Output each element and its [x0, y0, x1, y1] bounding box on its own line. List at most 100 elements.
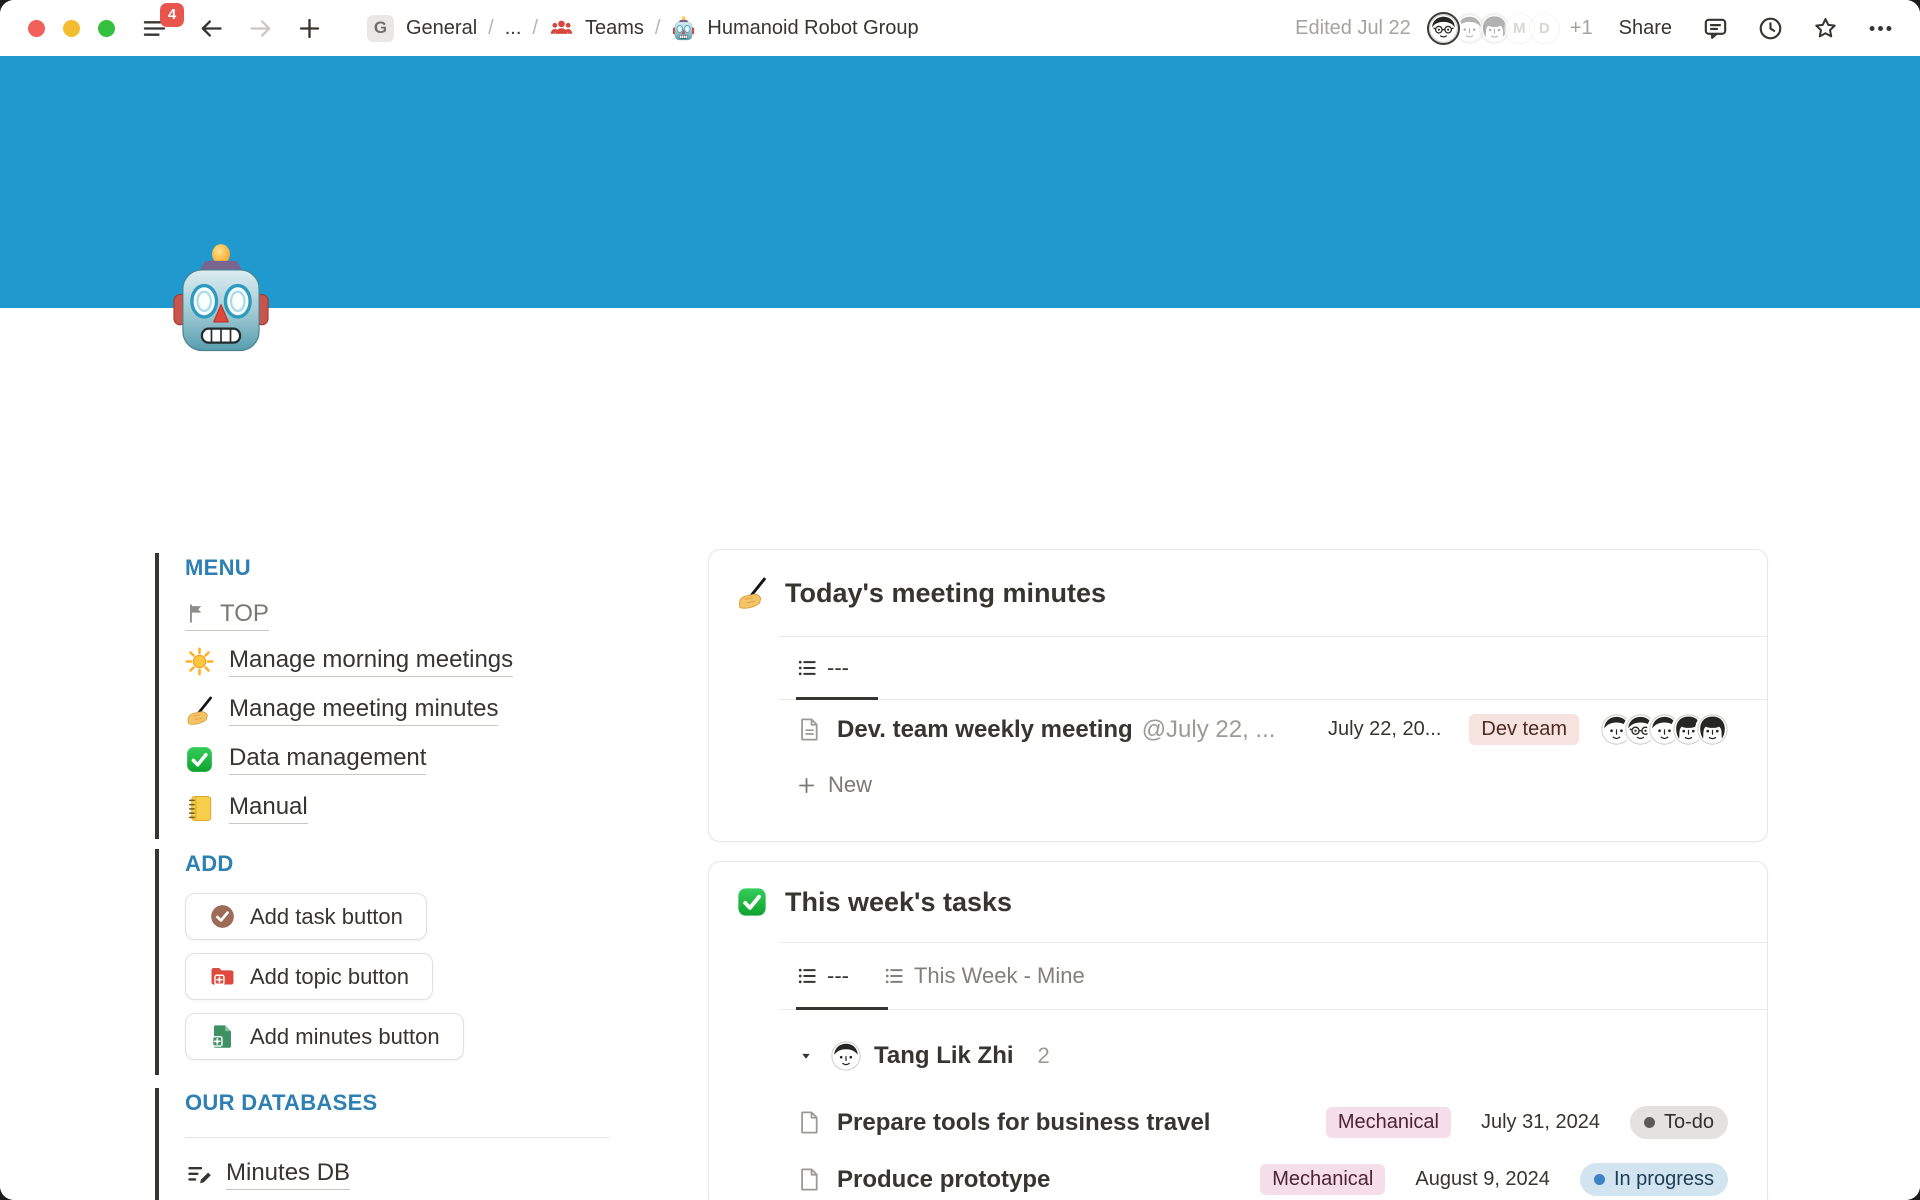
top-link[interactable]: TOP: [185, 600, 269, 631]
breadcrumb-ellipsis[interactable]: ...: [505, 17, 522, 40]
new-page-button[interactable]: [296, 15, 323, 42]
task-title[interactable]: Prepare tools for business travel: [837, 1109, 1210, 1137]
minutes-card-title[interactable]: Today's meeting minutes: [785, 578, 1106, 609]
back-arrow-icon: [198, 15, 225, 42]
forward-button[interactable]: [247, 15, 274, 42]
new-button-label: New: [828, 772, 872, 798]
list-view-icon: [883, 965, 905, 987]
notion-window: 4 G General / ... / Teams / Humanoid Rob…: [0, 0, 1920, 1200]
menu-item: Manage meeting minutes: [185, 686, 513, 735]
task-category-tag[interactable]: Mechanical: [1260, 1164, 1385, 1195]
add-heading: ADD: [185, 849, 464, 879]
weekly-tasks-card: This week's tasks --- This Week - Mine: [708, 861, 1768, 1200]
task-group-row: Tang Lik Zhi 2: [709, 1010, 1767, 1094]
favorite-button[interactable]: [1812, 15, 1839, 42]
task-title[interactable]: Produce prototype: [837, 1166, 1050, 1194]
team-tag[interactable]: Dev team: [1469, 714, 1579, 745]
breadcrumb: General / ... / Teams / Humanoid Robot G…: [406, 16, 919, 41]
view-tab-this-week-mine[interactable]: This Week - Mine: [883, 963, 1085, 989]
zoom-window-button[interactable]: [98, 20, 115, 37]
check-mark-icon: [185, 745, 214, 774]
meeting-title[interactable]: Dev. team weekly meeting: [837, 716, 1133, 744]
page-cover: [0, 56, 1920, 308]
menu-item: Manual: [185, 784, 513, 833]
comments-button[interactable]: [1702, 15, 1729, 42]
topic-folder-icon: [209, 963, 236, 990]
meeting-row[interactable]: Dev. team weekly meeting @July 22, ... J…: [709, 700, 1767, 759]
task-properties: Mechanical July 31, 2024 To-do: [1296, 1106, 1728, 1139]
clock-icon: [1757, 15, 1784, 42]
avatar-initial-d: D: [1529, 13, 1560, 44]
add-task-button[interactable]: Add task button: [185, 893, 427, 940]
tab-divider: [779, 1009, 1767, 1010]
workspace-badge[interactable]: G: [367, 15, 394, 42]
sidebar-toggle-button[interactable]: 4: [141, 15, 168, 42]
comment-icon: [1702, 15, 1729, 42]
add-minutes-button[interactable]: Add minutes button: [185, 1013, 464, 1060]
breadcrumb-general[interactable]: General: [406, 17, 477, 40]
view-tab-default[interactable]: ---: [796, 655, 849, 681]
view-tab-default[interactable]: ---: [796, 963, 849, 989]
menu-link-morning-meetings[interactable]: Manage morning meetings: [229, 646, 513, 677]
writing-hand-icon: [185, 696, 214, 725]
face-avatar-icon: [1429, 14, 1458, 43]
breadcrumb-page[interactable]: Humanoid Robot Group: [707, 17, 918, 40]
new-meeting-button[interactable]: New: [709, 759, 1767, 811]
breadcrumb-teams[interactable]: Teams: [585, 17, 644, 40]
databases-section: OUR DATABASES Minutes DB: [155, 1088, 609, 1200]
minimize-window-button[interactable]: [63, 20, 80, 37]
menu-link-meeting-minutes[interactable]: Manage meeting minutes: [229, 695, 498, 726]
share-button[interactable]: Share: [1619, 17, 1672, 40]
tasks-card-title[interactable]: This week's tasks: [785, 887, 1012, 918]
more-viewers-count[interactable]: +1: [1570, 17, 1593, 40]
more-options-button[interactable]: [1867, 15, 1894, 42]
task-status-pill[interactable]: In progress: [1580, 1163, 1728, 1196]
task-due-date[interactable]: July 31, 2024: [1481, 1111, 1600, 1134]
list-view-icon: [796, 657, 818, 679]
collapse-triangle-icon[interactable]: [799, 1049, 813, 1063]
menu-link-manual[interactable]: Manual: [229, 793, 308, 824]
minutes-doc-icon: [209, 1023, 236, 1050]
forward-arrow-icon: [247, 15, 274, 42]
meeting-minutes-card: Today's meeting minutes --- Dev. team we…: [708, 549, 1768, 842]
back-button[interactable]: [198, 15, 225, 42]
add-task-label: Add task button: [250, 904, 403, 930]
menu-item-top: TOP: [185, 593, 513, 637]
task-row[interactable]: Prepare tools for business travel Mechan…: [709, 1094, 1767, 1151]
active-tab-indicator: [796, 697, 878, 700]
last-edited-label[interactable]: Edited Jul 22: [1295, 17, 1411, 40]
view-tabs: --- This Week - Mine: [709, 943, 1767, 1009]
databases-heading: OUR DATABASES: [185, 1088, 609, 1118]
task-status-pill[interactable]: To-do: [1630, 1106, 1728, 1139]
page-icon: [796, 1166, 823, 1193]
ledger-icon: [185, 794, 214, 823]
menu-link-data-management[interactable]: Data management: [229, 744, 426, 775]
menu-heading: MENU: [185, 553, 513, 583]
active-tab-indicator: [796, 1007, 888, 1010]
updates-button[interactable]: [1757, 15, 1784, 42]
task-category-tag[interactable]: Mechanical: [1326, 1107, 1451, 1138]
close-window-button[interactable]: [28, 20, 45, 37]
task-row[interactable]: Produce prototype Mechanical August 9, 2…: [709, 1151, 1767, 1200]
page-icon: [796, 1109, 823, 1136]
minutes-db-link[interactable]: Minutes DB: [226, 1159, 350, 1190]
viewer-avatars[interactable]: M D: [1427, 12, 1560, 45]
status-label: In progress: [1614, 1168, 1714, 1191]
task-check-icon: [209, 903, 236, 930]
task-due-date[interactable]: August 9, 2024: [1415, 1168, 1550, 1191]
add-minutes-label: Add minutes button: [250, 1024, 440, 1050]
face-avatar-icon: [831, 1041, 861, 1071]
add-topic-button[interactable]: Add topic button: [185, 953, 433, 1000]
meeting-date[interactable]: July 22, 20...: [1328, 718, 1441, 741]
ellipsis-icon: [1867, 15, 1894, 42]
plus-icon: [796, 775, 817, 796]
top-bar: 4 G General / ... / Teams / Humanoid Rob…: [0, 0, 1920, 56]
meeting-properties: July 22, 20... Dev team: [1328, 714, 1728, 745]
group-person-name[interactable]: Tang Lik Zhi: [874, 1042, 1014, 1070]
robot-page-icon[interactable]: [165, 238, 277, 360]
sun-icon: [185, 647, 214, 676]
menu-item: Data management: [185, 735, 513, 784]
attendee-avatars: [1601, 714, 1728, 745]
breadcrumb-separator: /: [532, 17, 538, 40]
topbar-actions: Edited Jul 22 M D +1 Share: [1295, 12, 1894, 45]
